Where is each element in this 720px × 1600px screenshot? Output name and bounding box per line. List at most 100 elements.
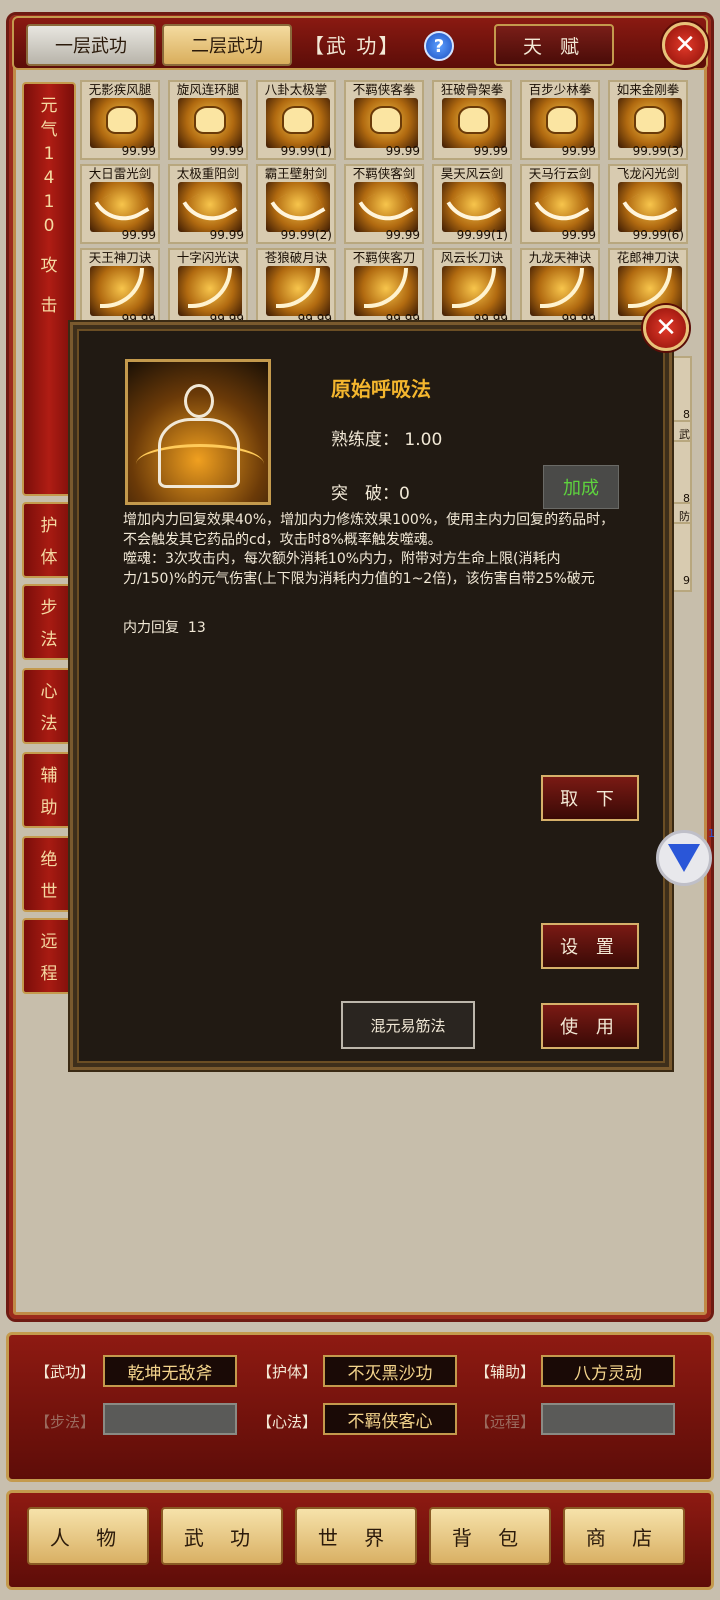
help-icon[interactable]: ? xyxy=(424,31,454,61)
skill-name-label: 九龙天神诀 xyxy=(528,250,592,265)
side-tab-bufa[interactable]: 步法 xyxy=(22,584,76,660)
equip-slot-fuzhu[interactable]: 八方灵动 xyxy=(541,1355,675,1387)
skill-name: 原始呼吸法 xyxy=(331,377,431,401)
attack-label-1: 攻 xyxy=(40,256,58,276)
skill-name-label: 天王神刀诀 xyxy=(88,250,152,265)
popup-close-icon[interactable]: ✕ xyxy=(643,305,689,351)
tab-first-layer[interactable]: 一层武功 xyxy=(26,24,156,66)
skill-cell[interactable]: 天王神刀诀 99.99 xyxy=(80,248,160,328)
equip-slot-huti[interactable]: 不灭黑沙功 xyxy=(323,1355,457,1387)
page-title: 【武 功】 xyxy=(304,34,401,58)
skill-cell[interactable]: 霸王壁射剑 99.99(2) xyxy=(256,164,336,244)
equip-label-yuancheng: 【远程】 xyxy=(475,1413,536,1431)
fist-icon xyxy=(266,98,330,148)
skill-name-label: 风云长刀诀 xyxy=(440,250,504,265)
blade-icon xyxy=(354,266,418,316)
sword-icon xyxy=(266,181,330,233)
skill-level: 99.99 xyxy=(209,144,244,158)
qi-value-3: 1 xyxy=(43,192,55,212)
tab-second-layer[interactable]: 二层武功 xyxy=(162,24,292,66)
bonus-button[interactable]: 加成 xyxy=(543,465,619,509)
qi-attack-panel: 元 气 1 4 1 0 攻 击 xyxy=(22,82,76,496)
skill-level: 99.99 xyxy=(561,228,596,242)
side-tab-char: 心 xyxy=(40,682,58,702)
equip-slot-wugong[interactable]: 乾坤无敌斧 xyxy=(103,1355,237,1387)
skill-name-label: 旋风连环腿 xyxy=(176,82,240,97)
skill-name-label: 花郎神刀诀 xyxy=(616,250,680,265)
fist-icon xyxy=(530,98,594,148)
skill-level: 99.99 xyxy=(121,228,156,242)
skill-cell[interactable]: 旋风连环腿 99.99 xyxy=(168,80,248,160)
skill-name-label: 天马行云剑 xyxy=(528,166,592,181)
skill-grid: 无影疾风腿 99.99 旋风连环腿 99.99 八卦太极掌 99.99(1) 不羁侠客拳 99… xyxy=(80,80,698,330)
skill-level: 99.99 xyxy=(209,228,244,242)
skill-cell[interactable]: 风云长刀诀 99.99 xyxy=(432,248,512,328)
skill-level: 99.99 xyxy=(561,144,596,158)
side-tab-yuancheng[interactable]: 远程 xyxy=(22,918,76,994)
skill-name-label: 十字闪光诀 xyxy=(176,250,240,265)
skill-name-label: 大日雷光剑 xyxy=(88,166,152,181)
skill-cell[interactable]: 狂破骨架拳 99.99 xyxy=(432,80,512,160)
skill-name-label: 无影疾风腿 xyxy=(88,82,152,97)
skill-cell[interactable]: 十字闪光诀 99.99 xyxy=(168,248,248,328)
skill-cell[interactable]: 百步少林拳 99.99 xyxy=(520,80,600,160)
equip-label-huti: 【护体】 xyxy=(257,1363,318,1381)
side-tab-char: 远 xyxy=(40,932,58,952)
skill-cell[interactable]: 太极重阳剑 99.99 xyxy=(168,164,248,244)
skill-level: 99.99 xyxy=(473,144,508,158)
sword-icon xyxy=(618,181,682,233)
side-tab-char: 助 xyxy=(40,798,58,818)
nav-character[interactable]: 人 物 xyxy=(27,1507,149,1565)
blade-icon xyxy=(90,266,154,316)
nav-world[interactable]: 世 界 xyxy=(295,1507,417,1565)
side-tab-xinfa[interactable]: 心法 xyxy=(22,668,76,744)
equip-slot-xinfa[interactable]: 不羁侠客心 xyxy=(323,1403,457,1435)
qi-label-1: 元 xyxy=(40,96,58,116)
take-off-button[interactable]: 取 下 xyxy=(541,775,639,821)
equip-label-xinfa: 【心法】 xyxy=(257,1413,318,1431)
side-tab-huti[interactable]: 护体 xyxy=(22,502,76,578)
use-button[interactable]: 使 用 xyxy=(541,1003,639,1049)
skill-cell[interactable]: 天马行云剑 99.99 xyxy=(520,164,600,244)
equip-slot-bufa[interactable] xyxy=(103,1403,237,1435)
skill-cell[interactable]: 如来金刚拳 99.99(3) xyxy=(608,80,688,160)
side-tab-char: 法 xyxy=(40,630,58,650)
skill-name-label: 不羁侠客拳 xyxy=(352,82,416,97)
skill-cell[interactable]: 苍狼破月诀 99.99 xyxy=(256,248,336,328)
combo-skill-selector[interactable]: 混元易筋法 xyxy=(341,1001,475,1049)
qi-value-1: 1 xyxy=(43,144,55,164)
equipped-skills-panel: 【武功】 乾坤无敌斧 【护体】 不灭黑沙功 【辅助】 八方灵动 【步法】 【心法… xyxy=(6,1332,714,1482)
skill-cell[interactable]: 无影疾风腿 99.99 xyxy=(80,80,160,160)
skill-cell[interactable]: 九龙天神诀 99.99 xyxy=(520,248,600,328)
skill-cell[interactable]: 飞龙闪光剑 99.99(6) xyxy=(608,164,688,244)
fist-icon xyxy=(354,98,418,148)
equip-slot-yuancheng[interactable] xyxy=(541,1403,675,1435)
skill-name-label: 太极重阳剑 xyxy=(176,166,240,181)
attack-label-2: 击 xyxy=(40,296,58,316)
skill-cell[interactable]: 八卦太极掌 99.99(1) xyxy=(256,80,336,160)
top-bar: 一层武功 二层武功 【武 功】 ? 天 赋 xyxy=(12,16,708,70)
side-tab-char: 程 xyxy=(40,964,58,984)
skill-name-label: 如来金刚拳 xyxy=(616,82,680,97)
side-tab-char: 法 xyxy=(40,714,58,734)
skill-name-label: 百步少林拳 xyxy=(528,82,592,97)
skill-cell[interactable]: 大日雷光剑 99.99 xyxy=(80,164,160,244)
skill-cell[interactable]: 不羁侠客剑 99.99 xyxy=(344,164,424,244)
side-tab-jueshi[interactable]: 绝世 xyxy=(22,836,76,912)
nav-bag[interactable]: 背 包 xyxy=(429,1507,551,1565)
floating-assistant-icon[interactable]: 1 xyxy=(656,827,715,886)
settings-button[interactable]: 设 置 xyxy=(541,923,639,969)
talent-button[interactable]: 天 赋 xyxy=(494,24,614,66)
nav-shop[interactable]: 商 店 xyxy=(563,1507,685,1565)
side-tab-fuzhu[interactable]: 辅助 xyxy=(22,752,76,828)
equip-label-bufa: 【步法】 xyxy=(35,1413,96,1431)
skill-cell[interactable]: 不羁侠客拳 99.99 xyxy=(344,80,424,160)
skill-cell[interactable]: 不羁侠客刀 99.99 xyxy=(344,248,424,328)
skill-level: 99.99(6) xyxy=(632,228,684,242)
nav-martial-arts[interactable]: 武 功 xyxy=(161,1507,283,1565)
side-tab-char: 体 xyxy=(40,548,58,568)
skill-name-label: 飞龙闪光剑 xyxy=(616,166,680,181)
close-icon[interactable]: ✕ xyxy=(662,22,708,68)
skill-cell[interactable]: 昊天风云剑 99.99(1) xyxy=(432,164,512,244)
fist-icon xyxy=(90,98,154,148)
